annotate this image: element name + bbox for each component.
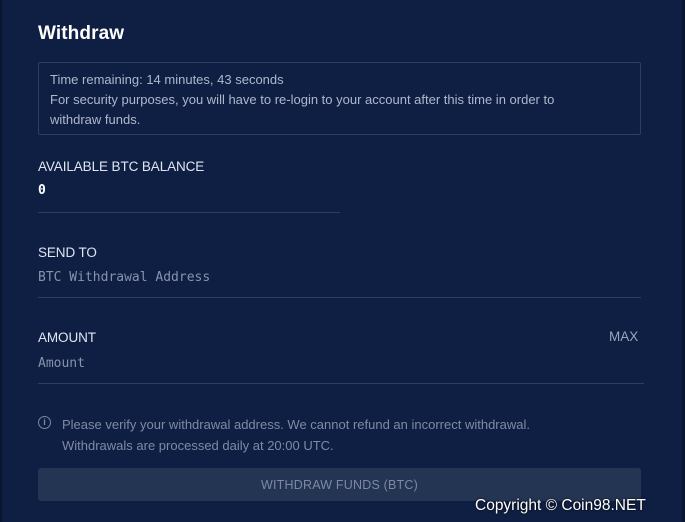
amount-label: AMOUNT — [38, 330, 96, 345]
balance-label: AVAILABLE BTC BALANCE — [38, 159, 205, 174]
page-title: Withdraw — [38, 23, 125, 44]
send-to-label: SEND TO — [38, 245, 97, 260]
security-notice-text-cont: withdraw funds. — [50, 112, 141, 127]
withdrawal-address-input[interactable] — [38, 268, 638, 286]
balance-value: 0 — [38, 183, 46, 198]
panel-edge-left — [0, 0, 2, 522]
max-button[interactable]: MAX — [609, 329, 638, 344]
withdrawal-info-text: Please verify your withdrawal address. W… — [62, 414, 632, 456]
balance-divider — [38, 212, 340, 213]
withdraw-panel: Withdraw Time remaining: 14 minutes, 43 … — [0, 0, 685, 522]
info-icon: i — [38, 416, 51, 429]
session-notice: Time remaining: 14 minutes, 43 seconds F… — [38, 62, 641, 135]
processing-time-text: Withdrawals are processed daily at 20:00… — [62, 438, 334, 453]
time-remaining-text: Time remaining: 14 minutes, 43 seconds — [50, 72, 284, 87]
send-to-underline — [38, 297, 641, 298]
security-notice-text: For security purposes, you will have to … — [50, 92, 555, 107]
copyright-watermark: Copyright © Coin98.NET — [475, 497, 646, 514]
amount-underline — [38, 383, 644, 384]
amount-input[interactable] — [38, 354, 598, 372]
verify-address-text: Please verify your withdrawal address. W… — [62, 417, 530, 432]
